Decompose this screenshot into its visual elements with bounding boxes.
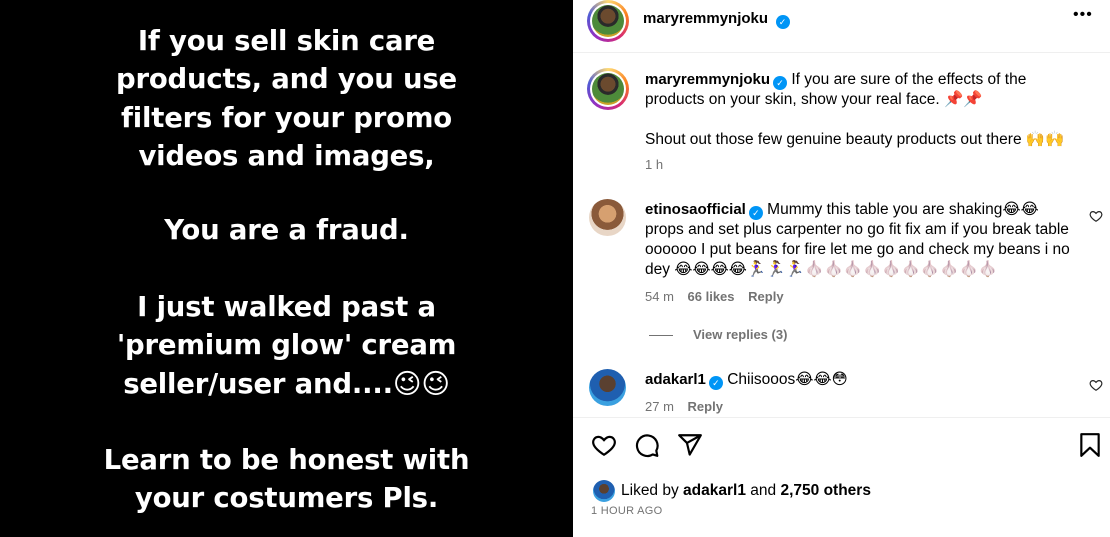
media-text-line: You are a fraud. [164,214,409,246]
verified-badge-icon: ✓ [775,15,790,29]
comment-avatar[interactable] [589,199,626,236]
media-text-line: videos and images, [138,139,435,172]
comment-icon[interactable] [634,432,660,458]
bookmark-icon[interactable] [1077,432,1103,458]
media-text-line: If you sell skin care [137,25,436,57]
post-timestamp[interactable]: 1 HOUR AGO [591,505,662,517]
caption-username[interactable]: maryremmynjoku [645,71,770,88]
liked-by-avatar[interactable] [593,480,615,502]
liked-by-user[interactable]: adakarl1 [683,482,746,499]
liked-by-middle: and [750,482,777,499]
comment-meta: 27 m Reply [645,399,723,414]
comment-avatar[interactable] [589,369,626,406]
media-text-line: products, and you use [115,63,457,96]
comment-text: Chiisooos😂😂😳 [727,371,848,388]
comment-like-heart-icon[interactable] [1089,209,1103,223]
avatar-image [592,73,624,105]
media-text-line: your costumers Pls. [134,482,439,515]
media-text-line: Learn to be honest with [103,444,470,476]
post-media[interactable]: If you sell skin care products, and you u… [0,0,573,537]
caption: maryremmynjoku ✓ If you are sure of the e… [645,70,1085,110]
caption-avatar[interactable] [587,68,629,110]
media-text-line: 'premium glow' cream [116,329,457,362]
view-replies-button[interactable]: View replies (3) [693,327,787,342]
more-options-icon[interactable]: ••• [1073,6,1093,24]
media-paragraph: Learn to be honest with your costumers Pl… [0,441,573,518]
share-icon[interactable] [677,432,703,458]
caption-time[interactable]: 1 h [645,157,663,172]
header-avatar[interactable] [587,0,629,42]
caption-text-2: Shout out those few genuine beauty produ… [645,131,1065,148]
liked-by-others[interactable]: 2,750 others [780,482,870,499]
comment-likes[interactable]: 66 likes [688,289,735,304]
comment-etinosaofficial: etinosaofficial ✓ Mummy this table you ar… [645,200,1075,280]
header-username[interactable]: maryremmynjoku [643,10,768,27]
media-paragraph: I just walked past a 'premium glow' cream… [0,288,573,403]
comment-meta: 54 m 66 likes Reply [645,289,784,304]
media-text-line: filters for your promo [121,101,452,134]
header-divider [573,52,1110,53]
comment-username[interactable]: etinosaofficial [645,201,746,218]
comment-reply-button[interactable]: Reply [748,289,783,304]
media-paragraph: You are a fraud. [0,211,573,249]
comment-time[interactable]: 27 m [645,399,674,414]
media-text-line: seller/user and....😉😉 [123,367,450,400]
post-panel: maryremmynjoku ✓ ••• maryremmynjoku ✓ If … [573,0,1110,537]
verified-badge-icon: ✓ [773,76,788,90]
liked-by-prefix: Liked by [621,482,679,499]
avatar-image [592,5,624,37]
media-paragraph: If you sell skin care products, and you u… [0,22,573,175]
header-user: maryremmynjoku ✓ [643,10,790,29]
comment-adakarl1: adakarl1 ✓ Chiisooos😂😂😳 [645,370,1075,390]
verified-badge-icon: ✓ [708,376,723,390]
heart-icon[interactable] [591,432,617,458]
actions-divider [573,417,1110,418]
liked-by: Liked by adakarl1 and 2,750 others [621,482,871,500]
comment-reply-button[interactable]: Reply [688,399,723,414]
verified-badge-icon: ✓ [748,206,763,220]
comment-like-heart-icon[interactable] [1089,378,1103,392]
media-text-line: I just walked past a [137,291,436,323]
comment-time[interactable]: 54 m [645,289,674,304]
view-replies-line [649,335,673,336]
comment-username[interactable]: adakarl1 [645,371,706,388]
